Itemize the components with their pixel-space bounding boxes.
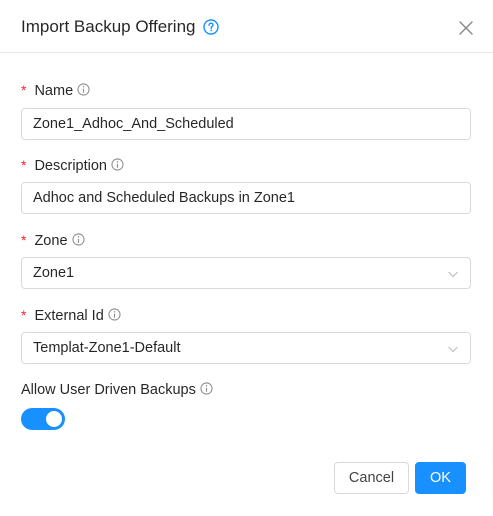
name-input[interactable]: Zone1_Adhoc_And_Scheduled (21, 108, 471, 140)
close-icon[interactable] (457, 19, 475, 37)
dialog-header: Import Backup Offering (0, 0, 493, 53)
allow-user-driven-backups-toggle[interactable] (21, 408, 65, 430)
chevron-down-icon (448, 346, 458, 353)
info-circle-icon[interactable] (108, 308, 121, 321)
zone-label: * Zone (21, 230, 85, 251)
info-circle-icon[interactable] (200, 382, 213, 395)
allow-user-driven-backups-label: Allow User Driven Backups (21, 380, 213, 400)
info-circle-icon[interactable] (71, 233, 85, 246)
external-id-select[interactable]: Templat-Zone1-Default (21, 332, 471, 364)
name-label: * Name (21, 80, 90, 101)
dialog-title: Import Backup Offering (21, 17, 196, 36)
required-marker: * (21, 307, 27, 323)
ok-button[interactable]: OK (415, 462, 466, 494)
question-circle-icon[interactable] (203, 19, 219, 35)
info-circle-icon[interactable] (77, 83, 90, 96)
required-marker: * (21, 232, 27, 248)
zone-select[interactable]: Zone1 (21, 257, 471, 289)
description-input[interactable]: Adhoc and Scheduled Backups in Zone1 (21, 182, 471, 214)
required-marker: * (21, 82, 27, 98)
description-label: * Description (21, 155, 124, 176)
cancel-button[interactable]: Cancel (334, 462, 409, 494)
external-id-label: * External Id (21, 305, 121, 326)
required-marker: * (21, 157, 27, 173)
toggle-knob (46, 411, 62, 427)
external-id-select-value: Templat-Zone1-Default (33, 340, 181, 356)
info-circle-icon[interactable] (111, 158, 124, 171)
chevron-down-icon (448, 271, 458, 278)
import-backup-offering-dialog: Import Backup Offering * Name Zone1_Adhoc… (0, 0, 493, 516)
zone-select-value: Zone1 (33, 265, 75, 281)
